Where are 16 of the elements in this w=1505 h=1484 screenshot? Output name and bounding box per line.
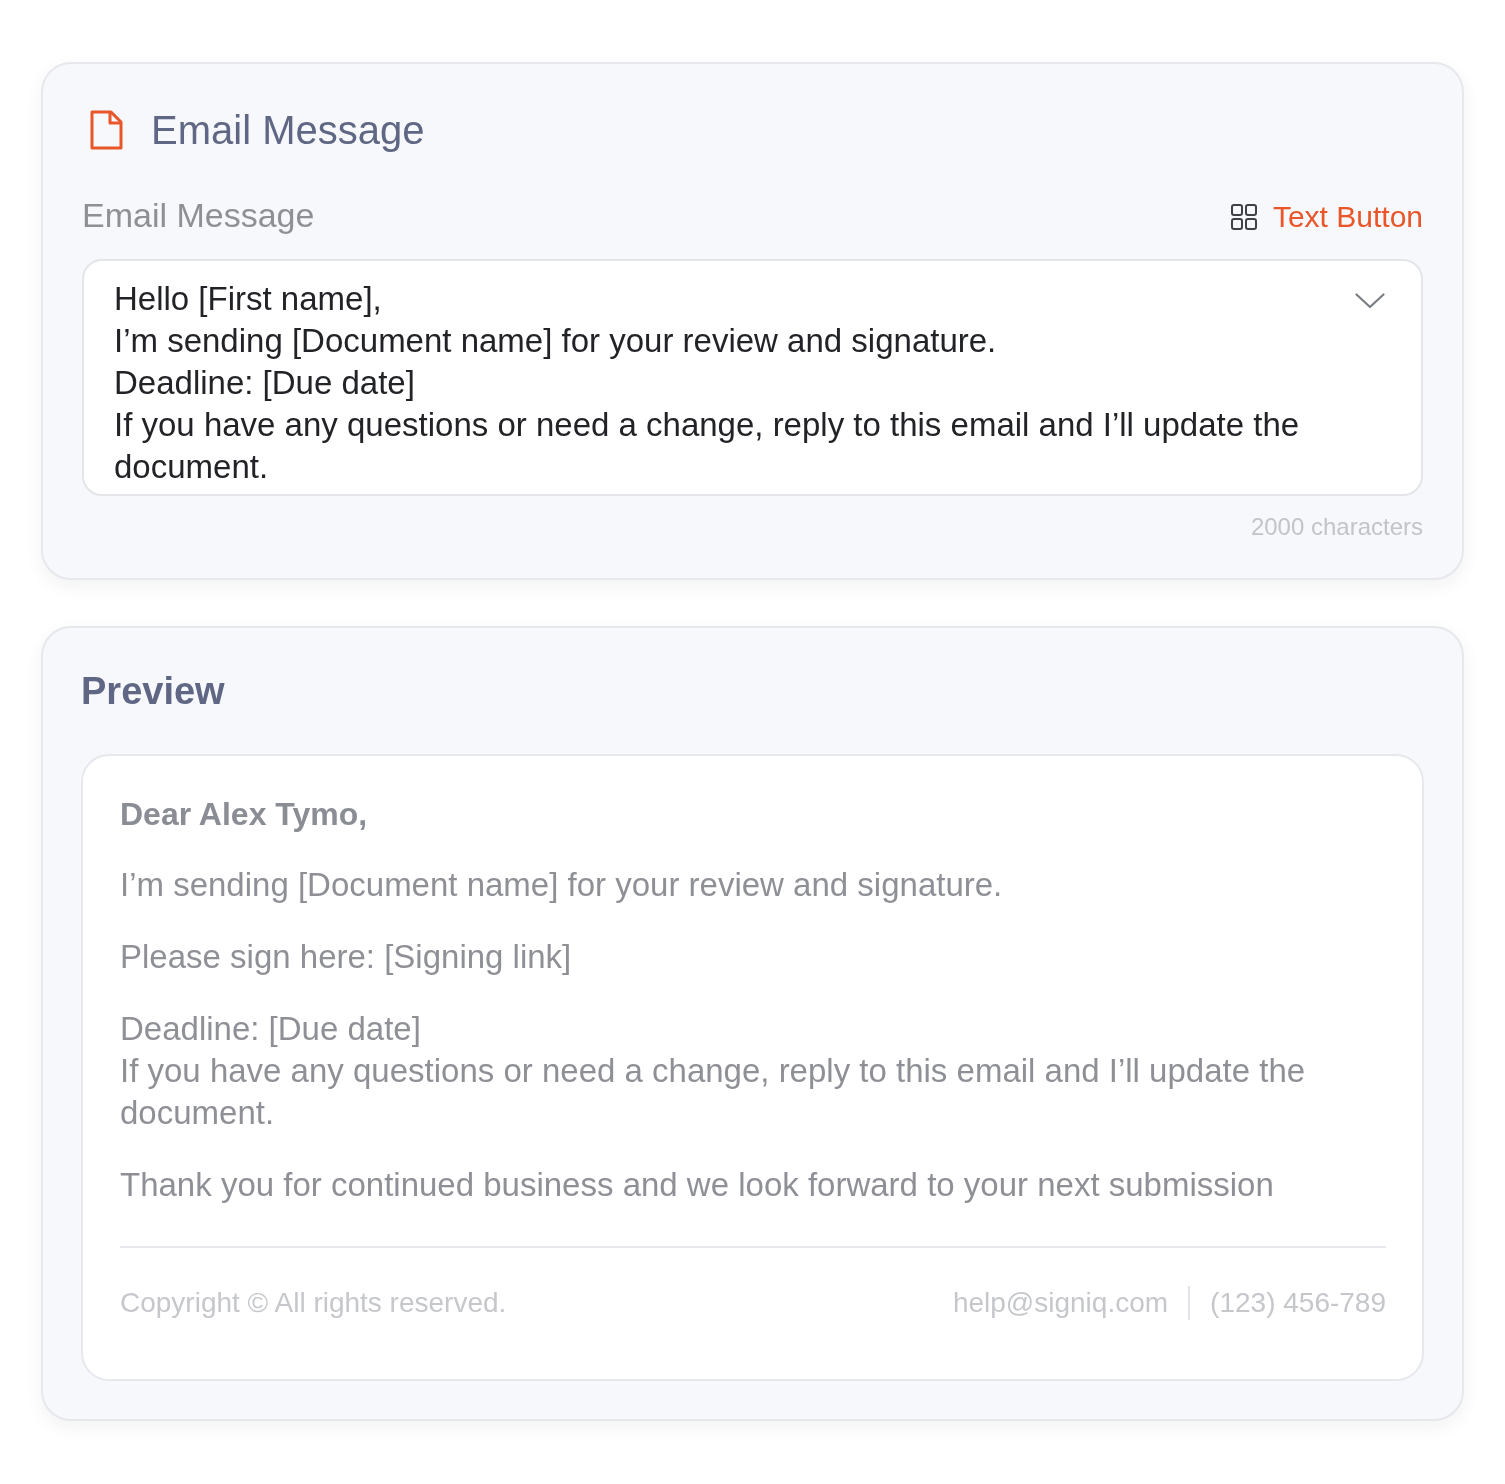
field-label: Email Message	[82, 195, 315, 236]
email-body-text: If you have any questions or need a change, reply to this email and I’ll update the document.	[120, 1051, 1307, 1133]
email-greeting: Dear Alex Tymo,	[120, 795, 368, 834]
grid-icon	[1230, 204, 1257, 230]
copyright-text: Copyright © All rights reserved.	[120, 1286, 507, 1320]
phone-number: (123) 456-789	[1210, 1286, 1386, 1320]
card-title: Email Message	[151, 107, 425, 154]
email-body-text: Deadline: [Due date]	[120, 1009, 422, 1049]
email-body-text: Please sign here: [Signing link]	[120, 937, 573, 977]
email-body-text: Thank you for continued business and we look forward to your next submission	[120, 1165, 1275, 1205]
text-button[interactable]: Text Button	[1230, 198, 1423, 236]
chevron-down-icon[interactable]	[1355, 293, 1385, 309]
document-icon	[89, 110, 123, 150]
message-textarea[interactable]: Hello [First name], I’m sending [Document name] for your review and signature. Deadline: [Due date] If you have any questions or need a change, reply to this email and I’ll update the document.	[82, 259, 1423, 496]
preview-title: Preview	[81, 669, 225, 714]
email-body-text: I’m sending [Document name] for your review and signature.	[120, 865, 1004, 905]
